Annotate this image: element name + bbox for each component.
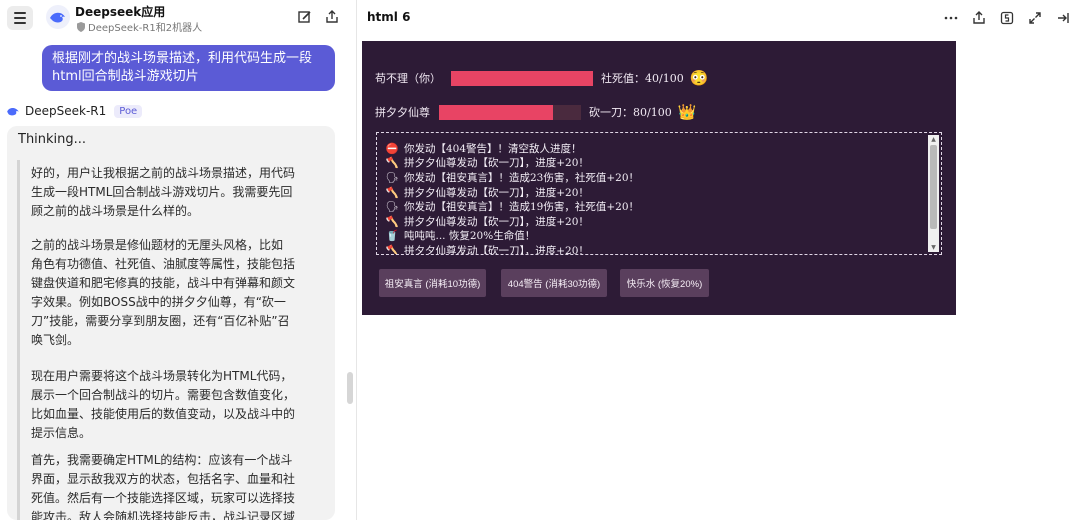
bot-message: Thinking... 好的，用户让我根据之前的战斗场景描述，用代码 生成一段H… [7, 126, 335, 520]
thinking-paragraph: 之前的战斗场景是修仙题材的无厘头风格，比如 角色有功德值、社死值、油腻度等属性，… [31, 236, 319, 350]
paragraph-line: 生成一段HTML回合制战斗游戏切片。我需要先回 [31, 185, 293, 199]
log-entry-text: 你发动【祖安真言】！造成19伤害，社死值+20！ [404, 201, 640, 214]
log-entry-icon: ⛔ [385, 142, 399, 155]
paragraph-line: 顾之前的战斗场景是什么样的。 [31, 204, 200, 218]
player-stat: 社死值：40/100 [601, 72, 684, 85]
log-entry: 🥤 吨吨吨... 恢复20%生命值！ [385, 229, 925, 244]
more-icon[interactable] [943, 10, 959, 26]
paragraph-line: 刀”技能，需要分享到朋友圈，还有“百亿补贴”召 [31, 314, 290, 328]
log-entry-icon: 🪓 [385, 186, 399, 199]
paragraph-line: 唤飞剑。 [31, 333, 80, 347]
thinking-paragraph: 好的，用户让我根据之前的战斗场景描述，用代码 生成一段HTML回合制战斗游戏切片… [31, 164, 319, 221]
paragraph-line: 提示信息。 [31, 426, 92, 440]
deepseek-avatar-icon [7, 107, 19, 116]
log-entry: 🪓 拼夕夕仙尊发动【砍一刀】，进度+20！ [385, 185, 925, 200]
log-entry: ⛔ 你发动【404警告】！清空敌人进度！ [385, 141, 925, 156]
player-name: 苟不理（你） [375, 72, 441, 85]
close-panel-icon[interactable] [1055, 10, 1071, 26]
share-icon[interactable] [971, 10, 987, 26]
scroll-down-icon[interactable]: ▼ [930, 244, 937, 251]
paragraph-line: 字效果。例如BOSS战中的拼夕夕仙尊，有“砍一 [31, 295, 286, 309]
crown-icon: 👑 [677, 103, 697, 121]
user-message-line: html回合制战斗游戏切片 [52, 69, 199, 84]
player-status: 苟不理（你） 社死值：40/100 😳 [375, 69, 708, 87]
log-entry-text: 拼夕夕仙尊发动【砍一刀】，进度+20！ [404, 157, 589, 170]
scroll-thumb[interactable] [930, 145, 937, 229]
log-entry-icon: 🗣 [385, 201, 399, 214]
log-entry-icon: 🪓 [385, 157, 399, 170]
log-entry-icon: 🥤 [385, 230, 399, 243]
boss-status: 拼夕夕仙尊 砍一刀：80/100 👑 [375, 103, 696, 121]
log-entry-text: 拼夕夕仙尊发动【砍一刀】，进度+20！ [404, 215, 589, 228]
log-entry-icon: 🪓 [385, 215, 399, 228]
battle-log[interactable]: ⛔ 你发动【404警告】！清空敌人进度！ 🪓 拼夕夕仙尊发动【砍一刀】，进度+20！ 🗣… [376, 132, 942, 255]
paragraph-line: 界面，显示敌我双方的状态，包括名字、血量和社 [31, 472, 296, 486]
splitter-handle[interactable] [347, 372, 353, 404]
skill-button-404[interactable]: 404警告 (消耗30功德) [501, 269, 607, 297]
preview-pane: html 6 苟不理（你） 社死值：40/100 😳 拼夕夕仙尊 砍一刀：80/… [356, 0, 1080, 520]
deepseek-logo-icon [46, 5, 70, 29]
app-subtitle: DeepSeek-R1和2机器人 [77, 19, 202, 34]
log-entry-text: 吨吨吨... 恢复20%生命值！ [404, 230, 536, 243]
player-bar [451, 70, 593, 86]
paragraph-line: 能攻击。敌人会随机选择技能反击，战斗记录区域 [31, 510, 296, 520]
battle-log-list: ⛔ 你发动【404警告】！清空敌人进度！ 🪓 拼夕夕仙尊发动【砍一刀】，进度+20！ 🗣… [385, 141, 925, 255]
poe-badge: Poe [114, 104, 143, 118]
app-title[interactable]: Deepseek应用 [75, 3, 165, 20]
flushed-face-icon: 😳 [689, 69, 709, 87]
chat-header: Deepseek应用 DeepSeek-R1和2机器人 [0, 0, 346, 36]
scroll-up-icon[interactable]: ▲ [930, 136, 937, 143]
bot-identity: DeepSeek-R1 Poe [6, 104, 143, 118]
preview-title: html 6 [367, 10, 411, 24]
boss-stat: 砍一刀：80/100 [589, 106, 672, 119]
log-entry-text: 你发动【祖安真言】！造成23伤害，社死值+20！ [404, 171, 640, 184]
log-entry-icon: 🪓 [385, 244, 399, 255]
log-entry: 🪓 拼夕夕仙尊发动【砍一刀】，进度+20！ [385, 156, 925, 171]
log-entry-icon: 🗣 [385, 171, 399, 184]
paragraph-line: 角色有功德值、社死值、油腻度等属性，技能包括 [31, 257, 296, 271]
thinking-title: Thinking... [18, 132, 87, 147]
paragraph-line: 键盘侠道和肥宅修真的技能，战斗中有弹幕和颜文 [31, 276, 296, 290]
paragraph-line: 死值。然后有一个技能选择区域，玩家可以选择技 [31, 491, 296, 505]
expand-icon[interactable] [1027, 10, 1043, 26]
log-entry: 🗣 你发动【祖安真言】！造成19伤害，社死值+20！ [385, 199, 925, 214]
player-bar-fill [451, 70, 593, 86]
log-entry-text: 你发动【404警告】！清空敌人进度！ [404, 142, 582, 155]
paragraph-line: 展示一个回合制战斗的切片。需要包含数值变化， [31, 388, 296, 402]
menu-icon[interactable] [7, 6, 33, 30]
edit-icon[interactable] [297, 9, 313, 25]
user-message-line: 根据刚才的战斗场景描述，利用代码生成一段 [52, 51, 313, 66]
code-icon[interactable] [999, 10, 1015, 26]
skill-button-zuan[interactable]: 祖安真言 (消耗10功德) [379, 269, 486, 297]
user-message: 根据刚才的战斗场景描述，利用代码生成一段 html回合制战斗游戏切片 [42, 45, 335, 91]
log-entry-text: 拼夕夕仙尊发动【砍一刀】，进度+20！ [404, 186, 589, 199]
skill-button-happy-water[interactable]: 快乐水 (恢复20%) [620, 269, 709, 297]
thinking-paragraph: 首先，我需要确定HTML的结构：应该有一个战斗 界面，显示敌我双方的状态，包括名… [31, 451, 319, 520]
bot-name[interactable]: DeepSeek-R1 [25, 104, 106, 118]
paragraph-line: 首先，我需要确定HTML的结构：应该有一个战斗 [31, 453, 293, 467]
quote-bar [17, 160, 20, 520]
log-scrollbar[interactable]: ▲ ▼ [928, 135, 939, 252]
pane-splitter [346, 0, 356, 520]
log-entry-text: 拼夕夕仙尊发动【砍一刀】，进度+20！ [404, 244, 589, 255]
paragraph-line: 之前的战斗场景是修仙题材的无厘头风格，比如 [31, 238, 284, 252]
battle-game: 苟不理（你） 社死值：40/100 😳 拼夕夕仙尊 砍一刀：80/100 👑 ⛔… [362, 41, 956, 315]
thinking-paragraph: 现在用户需要将这个战斗场景转化为HTML代码， 展示一个回合制战斗的切片。需要包… [31, 367, 319, 443]
boss-name: 拼夕夕仙尊 [375, 106, 430, 119]
log-entry: 🪓 拼夕夕仙尊发动【砍一刀】，进度+20！ [385, 243, 925, 255]
log-entry: 🪓 拼夕夕仙尊发动【砍一刀】，进度+20！ [385, 214, 925, 229]
log-entry: 🗣 你发动【祖安真言】！造成23伤害，社死值+20！ [385, 170, 925, 185]
paragraph-line: 现在用户需要将这个战斗场景转化为HTML代码， [31, 369, 293, 383]
boss-bar-fill [439, 104, 553, 120]
chat-pane: Deepseek应用 DeepSeek-R1和2机器人 根据刚才的战斗场景描述，… [0, 0, 346, 520]
paragraph-line: 比如血量、技能使用后的数值变动，以及战斗中的 [31, 407, 296, 421]
paragraph-line: 好的，用户让我根据之前的战斗场景描述，用代码 [31, 166, 296, 180]
shield-icon [77, 21, 85, 32]
share-icon[interactable] [324, 9, 340, 25]
boss-bar [439, 104, 581, 120]
app-subtitle-text: DeepSeek-R1和2机器人 [88, 23, 203, 34]
